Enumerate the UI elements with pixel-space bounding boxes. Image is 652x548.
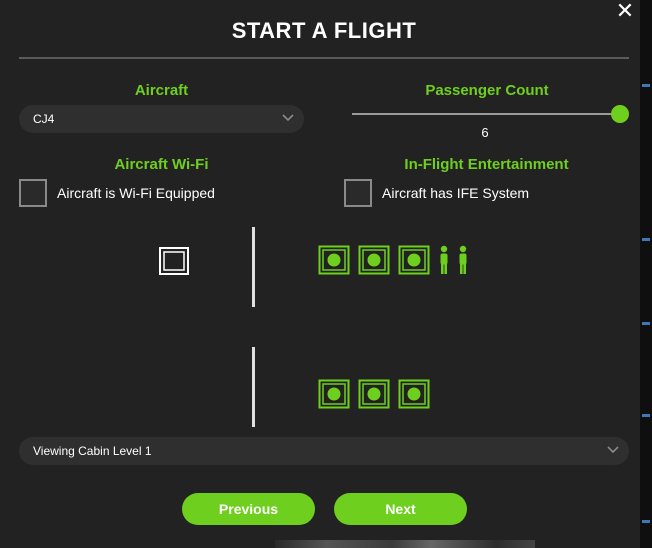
passenger-seat-icon[interactable] [358,379,390,409]
background-scenery [275,540,535,548]
ife-checkbox[interactable] [344,179,372,207]
slider-thumb[interactable] [611,105,629,123]
wifi-label: Aircraft Wi-Fi [114,156,209,173]
aircraft-label: Aircraft [134,82,189,99]
aircraft-select[interactable]: CJ4 [19,105,304,133]
cabin-level-value: Viewing Cabin Level 1 [33,444,152,458]
ife-checkbox-label: Aircraft has IFE System [382,185,530,201]
crew-member-icon [459,245,467,274]
cockpit-seat-icon [159,247,189,275]
background-mark [642,414,650,417]
chevron-down-icon [607,446,619,454]
next-button[interactable]: Next [334,493,467,525]
passenger-seat-icon[interactable] [318,245,350,275]
dialog-title: START A FLIGHT [231,18,417,43]
wifi-checkbox-label: Aircraft is Wi-Fi Equipped [57,185,215,201]
passenger-count-value: 6 [481,125,489,140]
crew-member-icon [440,245,448,274]
wifi-checkbox[interactable] [19,179,47,207]
background-app-edge [640,0,652,548]
passenger-seat-icon[interactable] [398,379,430,409]
slider-track [352,113,628,115]
ife-label: In-Flight Entertainment [404,156,569,173]
cabin-divider-upper [252,227,255,307]
cabin-level-select[interactable]: Viewing Cabin Level 1 [19,437,629,465]
passenger-seat-icon[interactable] [358,245,390,275]
background-mark [642,322,650,325]
passenger-seat-icon[interactable] [398,245,430,275]
cabin-divider-lower [252,347,255,427]
previous-button[interactable]: Previous [182,493,315,525]
chevron-down-icon [282,114,294,122]
background-mark [642,520,650,523]
aircraft-select-value: CJ4 [33,112,55,126]
background-mark [642,238,650,241]
passenger-count-slider[interactable] [352,104,629,124]
passenger-count-label: Passenger Count [425,82,549,99]
background-mark [642,84,650,87]
start-flight-dialog: ✕ START A FLIGHT Aircraft CJ4 Passenger … [0,0,640,548]
passenger-seat-icon[interactable] [318,379,350,409]
title-divider [19,57,629,59]
